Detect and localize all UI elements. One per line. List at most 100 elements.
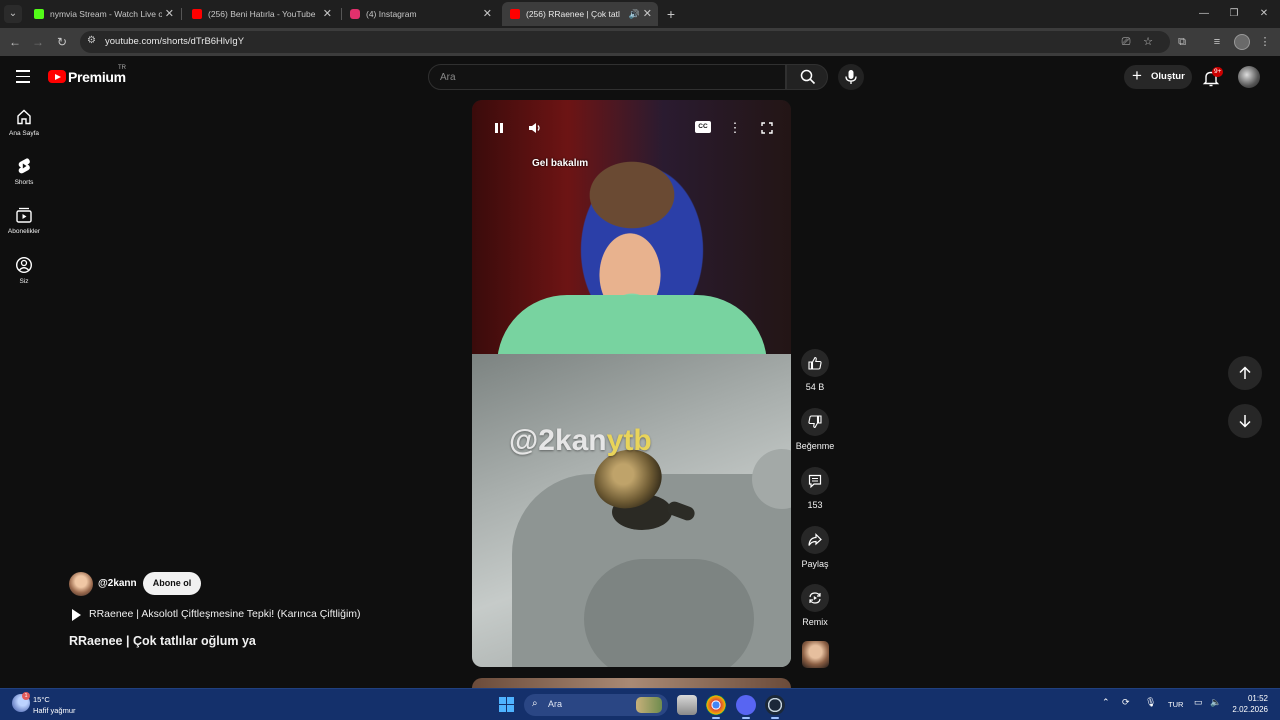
browser-menu-icon[interactable]: ⋮ — [1256, 33, 1274, 51]
close-icon[interactable]: ✕ — [323, 2, 332, 26]
sync-icon[interactable]: ⟳ — [1122, 697, 1130, 708]
subscribe-button[interactable]: Abone ol — [143, 572, 201, 595]
tab-title: (256) Beni Hatırla - YouTube — [208, 9, 316, 19]
extensions-icon[interactable]: ⧉ — [1173, 33, 1191, 51]
close-icon[interactable]: ✕ — [643, 2, 652, 26]
video-watermark: @2kanytb — [509, 424, 652, 458]
address-bar[interactable]: ⚙ youtube.com/shorts/dTrB6HlvIgY — [80, 31, 1170, 53]
clock-time[interactable]: 01:52 — [1238, 694, 1268, 703]
play-icon[interactable] — [72, 609, 81, 621]
sidebar-item-shorts[interactable]: Shorts — [0, 157, 48, 201]
media-controls-icon[interactable]: ≡ — [1208, 33, 1226, 51]
short-title: RRaenee | Çok tatlılar oğlum ya — [69, 634, 256, 648]
plus-icon: + — [1132, 66, 1142, 85]
previous-short-button[interactable] — [1228, 356, 1262, 390]
minimize-icon[interactable]: — — [1189, 0, 1219, 28]
speaker-icon[interactable]: 🔊 — [629, 2, 640, 26]
arrow-down-icon — [1239, 415, 1251, 428]
dislike-circle — [801, 408, 829, 436]
browser-profile-avatar[interactable] — [1234, 34, 1250, 50]
forward-arrow-icon[interactable]: → — [29, 33, 47, 51]
tab-title: (256) RRaenee | Çok tatlılar — [526, 9, 620, 19]
remix-circle — [801, 584, 829, 612]
sound-thumbnail[interactable] — [802, 641, 829, 668]
create-label: Oluştur — [1151, 71, 1185, 82]
instagram-favicon-icon — [350, 9, 360, 19]
subscriptions-icon — [16, 207, 32, 223]
input-language[interactable]: TUR — [1168, 700, 1183, 709]
microphone-icon[interactable]: 🎙 — [1145, 697, 1156, 708]
you-icon — [15, 256, 33, 274]
comment-icon — [808, 474, 822, 488]
clock-date[interactable]: 2.02.2026 — [1228, 705, 1268, 714]
youtube-header: Premium TR + Oluştur 9+ — [0, 58, 1280, 96]
fullscreen-icon[interactable] — [757, 120, 777, 136]
tab-kick[interactable]: nymvia Stream - Watch Live on ✕ — [26, 2, 180, 26]
chevron-up-icon[interactable]: ⌃ — [1102, 697, 1110, 708]
like-circle — [801, 349, 829, 377]
site-info-icon[interactable]: ⚙ — [87, 35, 96, 46]
close-icon[interactable]: ✕ — [165, 2, 174, 26]
steam-icon[interactable] — [765, 695, 785, 719]
comment-count: 153 — [807, 500, 823, 510]
remix-label: Remix — [802, 617, 828, 627]
thumbs-up-icon — [808, 356, 822, 370]
shorts-icon — [18, 158, 30, 174]
tab-instagram[interactable]: (4) Instagram ✕ — [342, 2, 498, 26]
channel-name[interactable]: @2kann — [98, 578, 137, 589]
sidebar-item-label: Siz — [19, 278, 29, 285]
more-options-icon[interactable]: ⋮ — [725, 120, 745, 136]
reload-icon[interactable]: ↻ — [53, 33, 71, 51]
tab-search-chevron-icon[interactable]: ⌄ — [4, 5, 22, 23]
tab-title: nymvia Stream - Watch Live on — [50, 9, 162, 19]
restore-icon[interactable]: ❐ — [1219, 0, 1249, 28]
remix-icon — [809, 592, 821, 604]
youtube-favicon-icon — [192, 9, 202, 19]
create-button[interactable]: + Oluştur — [1124, 65, 1192, 89]
bookmark-star-icon[interactable]: ☆ — [1139, 33, 1157, 51]
youtube-favicon-icon — [510, 9, 520, 19]
install-app-icon[interactable]: ⎚ — [1117, 33, 1135, 51]
voice-search-button[interactable] — [838, 64, 864, 90]
display-icon[interactable]: ▭ — [1194, 697, 1203, 708]
windows-start-icon[interactable] — [499, 697, 515, 713]
shorts-video-player[interactable]: @2kanytb Gel bakalım CC ⋮ — [472, 100, 791, 667]
arrow-up-icon — [1239, 366, 1251, 379]
dislike-label: Beğenme — [795, 441, 835, 451]
channel-avatar[interactable] — [69, 572, 93, 596]
search-button[interactable] — [786, 64, 828, 90]
task-view-icon[interactable] — [677, 695, 697, 715]
related-video-link[interactable]: RRaenee | Aksolotl Çiftleşmesine Tepki! … — [89, 608, 361, 620]
volume-icon[interactable] — [525, 120, 545, 136]
discord-icon[interactable] — [736, 695, 756, 719]
sidebar-item-subscriptions[interactable]: Abonelikler — [0, 206, 48, 250]
search-icon: ⌕ — [532, 698, 538, 709]
back-arrow-icon[interactable]: ← — [6, 33, 24, 51]
tab-separator — [181, 8, 182, 20]
microphone-icon — [845, 70, 857, 84]
chrome-icon[interactable] — [706, 695, 726, 719]
speaker-icon[interactable]: 🔈 — [1210, 697, 1221, 708]
window-close-icon[interactable]: ✕ — [1249, 0, 1279, 28]
browser-tab-bar: ⌄ nymvia Stream - Watch Live on ✕ (256) … — [0, 0, 1280, 28]
closed-captions-icon[interactable]: CC — [695, 121, 711, 133]
sidebar-item-you[interactable]: Siz — [0, 256, 48, 300]
video-caption: Gel bakalım — [532, 158, 589, 169]
sidebar-item-home[interactable]: Ana Sayfa — [0, 108, 48, 152]
account-avatar[interactable] — [1238, 66, 1260, 88]
sidebar-item-label: Abonelikler — [7, 228, 41, 235]
tab-youtube-beni-hatirla[interactable]: (256) Beni Hatırla - YouTube ✕ — [184, 2, 338, 26]
windows-taskbar: 1 15°C Hafif yağmur ⌕ Ara ⌃ ⟳ 🎙 TUR ▭ 🔈 … — [0, 688, 1280, 720]
next-short-button[interactable] — [1228, 404, 1262, 438]
search-input[interactable] — [440, 69, 770, 86]
weather-description[interactable]: Hafif yağmur — [33, 706, 76, 715]
pause-icon[interactable] — [489, 120, 509, 136]
sidebar-item-label: Ana Sayfa — [9, 130, 39, 137]
search-highlight-art — [636, 697, 662, 713]
taskbar-search[interactable]: ⌕ Ara — [524, 694, 668, 716]
tab-youtube-shorts-active[interactable]: (256) RRaenee | Çok tatlılar 🔊 ✕ — [502, 2, 658, 26]
close-icon[interactable]: ✕ — [483, 2, 492, 26]
new-tab-button[interactable]: + — [664, 4, 678, 24]
weather-temperature[interactable]: 15°C — [33, 695, 50, 704]
menu-icon[interactable] — [16, 70, 32, 84]
